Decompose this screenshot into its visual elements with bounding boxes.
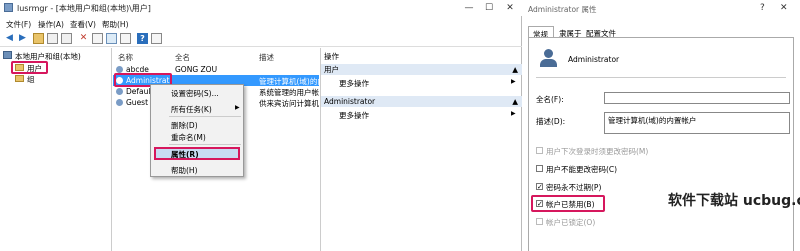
- properties-icon[interactable]: [92, 33, 103, 44]
- context-menu: 设置密码(S)... 所有任务(K) ▶ 删除(D) 重命名(M) 属性(R) …: [150, 84, 244, 177]
- checkbox-account-locked: [536, 218, 543, 225]
- folder-icon: [15, 64, 24, 71]
- column-header-fullname[interactable]: 全名: [175, 52, 190, 63]
- back-arrow-icon[interactable]: ◀: [4, 33, 15, 44]
- menu-item-help[interactable]: 帮助(H): [171, 165, 198, 176]
- toolbar: ◀ ▶ ✕ ?: [0, 31, 522, 47]
- action-section-administrator[interactable]: Administrator ▲: [321, 96, 522, 107]
- option-label: 用户下次登录时须更改密码(M): [546, 147, 649, 156]
- menu-view[interactable]: 查看(V): [70, 19, 96, 30]
- dialog-title: Administrator 属性: [528, 5, 597, 14]
- fullname-input[interactable]: [604, 92, 790, 104]
- delete-icon[interactable]: ✕: [78, 33, 89, 44]
- show-tree-icon[interactable]: [47, 33, 58, 44]
- refresh-icon[interactable]: [106, 33, 117, 44]
- option-label: 帐户已锁定(O): [546, 218, 596, 227]
- checkbox-account-disabled[interactable]: ✓: [536, 200, 543, 208]
- chevron-right-icon: ▶: [511, 110, 516, 117]
- option-label: 用户不能更改密码(C): [546, 165, 618, 174]
- properties-dialog: Administrator 属性 ? ✕ 常规 隶属于 配置文件 Adminis…: [522, 0, 800, 251]
- user-avatar-icon: [538, 48, 560, 68]
- fullname-label: 全名(F):: [536, 95, 564, 104]
- watermark-text: 软件下载站 ucbug.cc: [668, 193, 800, 209]
- folder-up-icon[interactable]: [33, 33, 44, 44]
- divider: [536, 77, 786, 78]
- help-icon[interactable]: ?: [137, 33, 148, 44]
- description-input[interactable]: 管理计算机(域)的内置帐户: [604, 112, 790, 134]
- menu-item-set-password[interactable]: 设置密码(S)...: [171, 88, 219, 99]
- menu-separator: [169, 116, 241, 117]
- title-bar: lusrmgr - [本地用户和组(本地)\用户] — ☐ ✕: [0, 0, 522, 16]
- menu-help[interactable]: 帮助(H): [102, 19, 129, 30]
- menu-item-all-tasks[interactable]: 所有任务(K): [171, 104, 212, 115]
- copy-icon[interactable]: [61, 33, 72, 44]
- forward-arrow-icon[interactable]: ▶: [17, 33, 28, 44]
- user-name-display: Administrator: [568, 55, 620, 64]
- app-icon: [4, 3, 13, 12]
- action-more[interactable]: 更多操作: [339, 78, 369, 89]
- user-icon: [116, 66, 123, 73]
- window-title: lusrmgr - [本地用户和组(本地)\用户]: [17, 4, 151, 13]
- action-section-users[interactable]: 用户 ▲: [321, 64, 522, 75]
- screenshot-root: lusrmgr - [本地用户和组(本地)\用户] — ☐ ✕ 文件(F) 操作…: [0, 0, 800, 251]
- option-label: 密码永不过期(P): [546, 183, 602, 192]
- submenu-arrow-icon: ▶: [235, 104, 240, 111]
- actions-pane: 操作 用户 ▲ 更多操作 ▶ Administrator ▲ 更多操作 ▶: [320, 48, 522, 251]
- minimize-button[interactable]: —: [462, 2, 476, 14]
- view-icon[interactable]: [151, 33, 162, 44]
- menu-item-properties[interactable]: 属性(R): [171, 149, 199, 160]
- user-description: 供来宾访问计算机: [259, 99, 319, 108]
- checkbox-password-never-expires[interactable]: ✓: [536, 183, 543, 191]
- help-button[interactable]: ?: [760, 3, 765, 13]
- menu-item-delete[interactable]: 删除(D): [171, 120, 198, 131]
- menu-file[interactable]: 文件(F): [6, 19, 31, 30]
- folder-icon: [15, 75, 24, 82]
- action-section-title: 用户: [324, 65, 339, 74]
- chevron-right-icon: ▶: [511, 78, 516, 85]
- option-label: 帐户已禁用(B): [546, 200, 595, 209]
- menu-action[interactable]: 操作(A): [38, 19, 64, 30]
- description-label: 描述(D):: [536, 117, 566, 126]
- export-icon[interactable]: [120, 33, 131, 44]
- menu-item-rename[interactable]: 重命名(M): [171, 132, 206, 143]
- user-icon: [116, 99, 123, 106]
- column-header-description[interactable]: 描述: [259, 52, 274, 63]
- action-more[interactable]: 更多操作: [339, 110, 369, 121]
- checkbox-must-change-password: [536, 147, 543, 154]
- close-button[interactable]: ✕: [503, 2, 517, 14]
- tree-users[interactable]: 用户: [27, 63, 42, 74]
- mmc-window: lusrmgr - [本地用户和组(本地)\用户] — ☐ ✕ 文件(F) 操作…: [0, 0, 522, 251]
- column-header-name[interactable]: 名称: [118, 52, 133, 63]
- maximize-button[interactable]: ☐: [482, 2, 496, 14]
- tree-groups[interactable]: 组: [27, 74, 35, 85]
- user-fullname: GONG ZOU: [175, 65, 218, 74]
- chevron-up-icon[interactable]: ▲: [512, 64, 518, 75]
- computer-icon: [3, 51, 12, 59]
- checkbox-cannot-change-password[interactable]: [536, 165, 543, 172]
- chevron-up-icon[interactable]: ▲: [512, 96, 518, 107]
- console-tree: 本地用户和组(本地) 用户 组: [0, 48, 112, 251]
- actions-header: 操作: [324, 52, 339, 61]
- close-button[interactable]: ✕: [780, 3, 788, 13]
- user-icon: [116, 88, 123, 95]
- menu-separator: [169, 144, 241, 145]
- action-section-title: Administrator: [324, 97, 376, 106]
- menu-bar: 文件(F) 操作(A) 查看(V) 帮助(H): [0, 17, 522, 30]
